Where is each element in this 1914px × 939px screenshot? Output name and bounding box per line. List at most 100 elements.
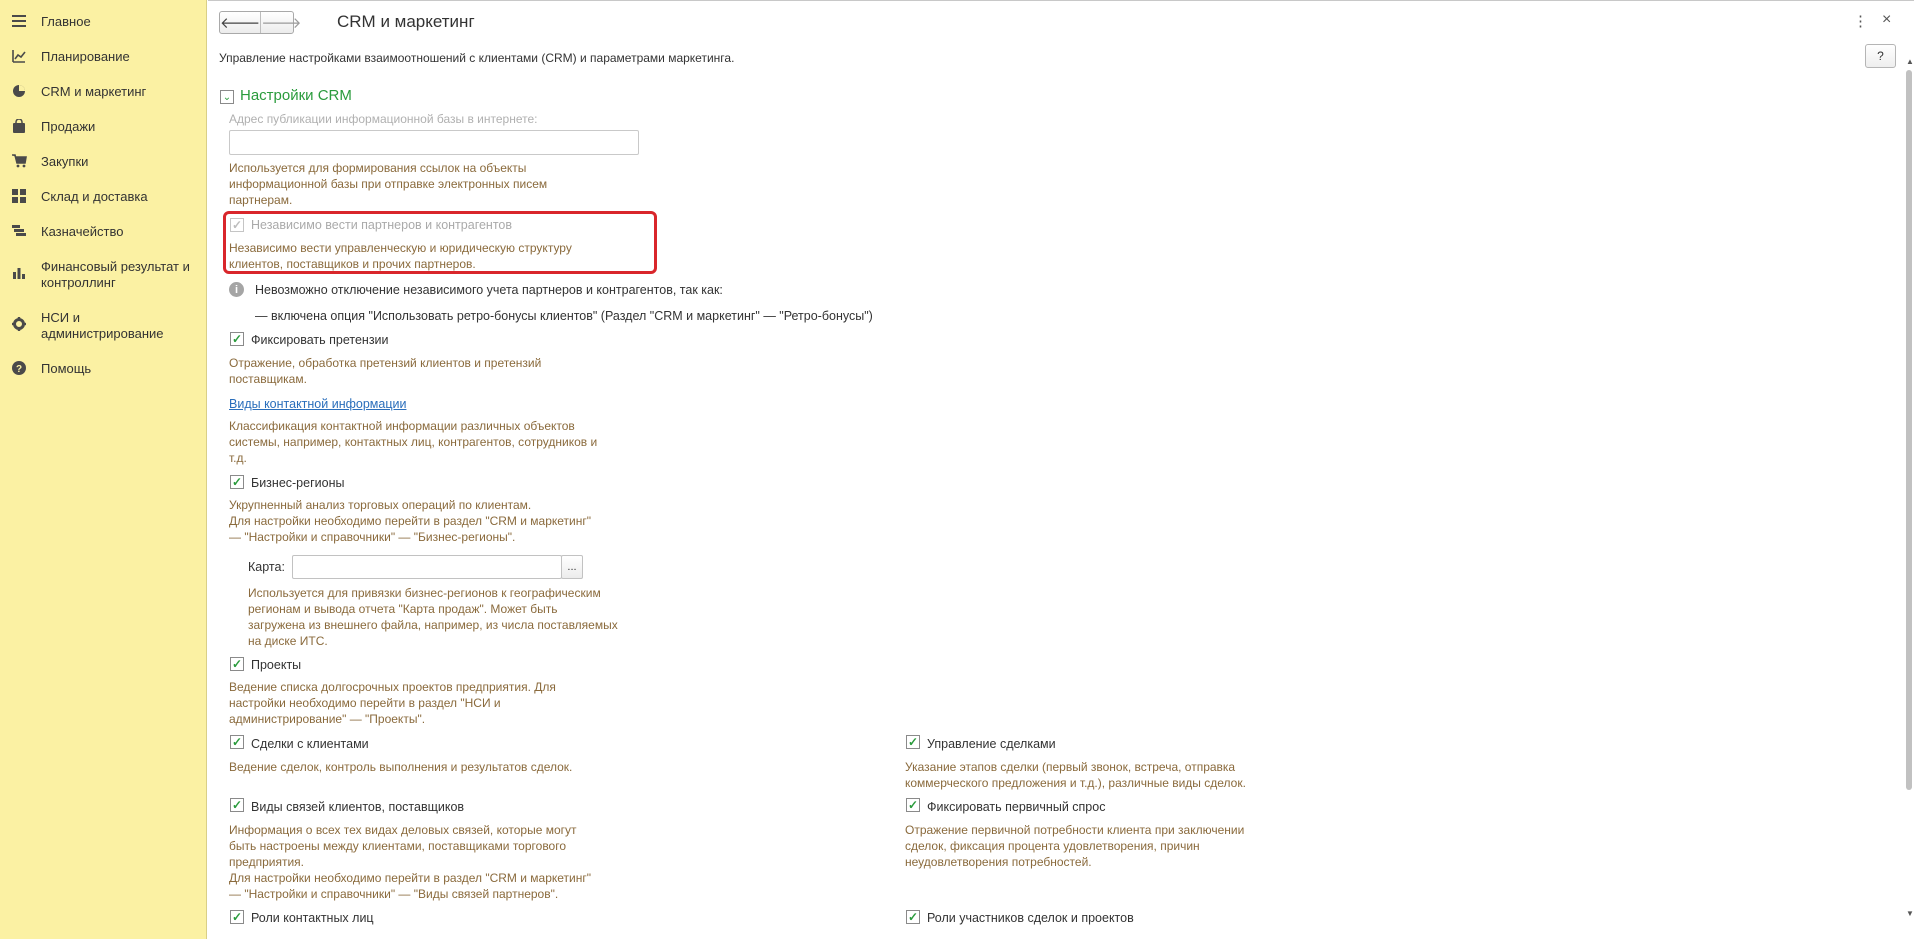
- help-button[interactable]: ?: [1865, 44, 1896, 68]
- forward-button[interactable]: 🡒: [260, 12, 301, 33]
- sidebar-item-crm[interactable]: CRM и маркетинг: [0, 83, 206, 103]
- description-line: партнерам.: [229, 193, 293, 207]
- sidebar-item-main[interactable]: Главное: [0, 13, 206, 33]
- description-line: загружена из внешнего файла, например, и…: [248, 618, 618, 632]
- map-select-button[interactable]: ...: [561, 555, 583, 579]
- sidebar-item-label: Казначейство: [41, 224, 124, 239]
- description-line: клиентов, поставщиков и прочих партнеров…: [229, 257, 476, 271]
- description-line: Ведение списка долгосрочных проектов пре…: [229, 680, 556, 694]
- sidebar-item-finance[interactable]: Финансовый результат и контроллинг: [0, 258, 206, 294]
- relations-description: Информация о всех тех видах деловых связ…: [229, 822, 591, 902]
- info-reason: — включена опция "Использовать ретро-бон…: [255, 309, 873, 323]
- publication-address-input[interactable]: [229, 130, 639, 155]
- more-actions-icon[interactable]: ⋮: [1853, 12, 1868, 30]
- pie-chart-icon: [11, 83, 27, 99]
- section-title[interactable]: Настройки CRM: [240, 87, 352, 104]
- sidebar-item-admin[interactable]: НСИ и администрирование: [0, 309, 206, 345]
- hamburger-icon: [11, 13, 27, 29]
- close-icon[interactable]: ×: [1882, 11, 1891, 29]
- deal-management-description: Указание этапов сделки (первый звонок, в…: [905, 759, 1246, 791]
- description-line: быть настроены между клиентами, поставщи…: [229, 839, 567, 853]
- description-line: администрирование" — "Проекты".: [229, 712, 426, 726]
- claims-label: Фиксировать претензии: [251, 333, 389, 347]
- scrollbar-thumb[interactable]: [1906, 70, 1912, 790]
- description-line: неудовлетворения потребностей.: [905, 855, 1092, 869]
- description-line: — "Настройки и справочники" — "Виды связ…: [229, 887, 559, 901]
- planning-icon: [11, 48, 27, 64]
- business-regions-label: Бизнес-регионы: [251, 476, 345, 490]
- deal-management-checkbox[interactable]: ✓: [906, 735, 920, 749]
- description-line: Используется для привязки бизнес-регионо…: [248, 586, 601, 600]
- claims-checkbox[interactable]: ✓: [230, 332, 244, 346]
- warehouse-icon: [11, 188, 27, 204]
- independent-partners-label: Независимо вести партнеров и контрагенто…: [251, 218, 513, 232]
- help-icon: ?: [11, 360, 27, 376]
- description-line: Укрупненный анализ торговых операций по …: [229, 498, 532, 512]
- bag-icon: [11, 118, 27, 134]
- sidebar-item-label: Продажи: [41, 119, 96, 134]
- gear-icon: [11, 316, 27, 332]
- section-collapse-toggle[interactable]: ⌄: [220, 90, 234, 104]
- navigation-buttons: 🡐 🡒: [219, 11, 301, 34]
- map-description: Используется для привязки бизнес-регионо…: [248, 585, 618, 649]
- description-line: поставщикам.: [229, 372, 307, 386]
- scroll-down-arrow-icon[interactable]: ▼: [1906, 909, 1914, 918]
- description-line: Информация о всех тех видах деловых связ…: [229, 823, 577, 837]
- sidebar-item-label: Финансовый результат и контроллинг: [41, 259, 190, 290]
- business-regions-checkbox[interactable]: ✓: [230, 475, 244, 489]
- description-line: Отражение, обработка претензий клиентов …: [229, 356, 542, 370]
- deals-checkbox[interactable]: ✓: [230, 735, 244, 749]
- independent-partners-description: Независимо вести управленческую и юридич…: [229, 240, 572, 272]
- sidebar-item-label: Планирование: [41, 49, 130, 64]
- primary-demand-checkbox[interactable]: ✓: [906, 798, 920, 812]
- description-line: настройки необходимо перейти в раздел "Н…: [229, 696, 501, 710]
- treasury-icon: [11, 223, 27, 239]
- description-line: Ведение сделок, контроль выполнения и ре…: [229, 760, 573, 774]
- page-title: CRM и маркетинг: [337, 12, 475, 31]
- sidebar-item-treasury[interactable]: Казначейство: [0, 223, 206, 243]
- relations-checkbox[interactable]: ✓: [230, 798, 244, 812]
- deals-description: Ведение сделок, контроль выполнения и ре…: [229, 759, 572, 775]
- description-line: предприятия.: [229, 855, 304, 869]
- independent-partners-checkbox[interactable]: ✓: [230, 218, 244, 232]
- description-line: Для настройки необходимо перейти в разде…: [229, 871, 591, 885]
- description-line: Отражение первичной потребности клиента …: [905, 823, 1245, 837]
- participant-roles-checkbox[interactable]: ✓: [906, 910, 920, 924]
- cart-icon: [11, 153, 27, 169]
- projects-checkbox[interactable]: ✓: [230, 657, 244, 671]
- map-label: Карта:: [248, 560, 285, 574]
- sidebar-item-help[interactable]: ? Помощь: [0, 360, 206, 380]
- deals-label: Сделки с клиентами: [251, 737, 369, 751]
- description-line: Указание этапов сделки (первый звонок, в…: [905, 760, 1236, 774]
- info-message: Невозможно отключение независимого учета…: [255, 283, 723, 297]
- sidebar-item-label: НСИ и администрирование: [41, 310, 164, 341]
- projects-description: Ведение списка долгосрочных проектов пре…: [229, 679, 556, 727]
- sidebar-item-label: Закупки: [41, 154, 89, 169]
- description-line: т.д.: [229, 451, 247, 465]
- participant-roles-label: Роли участников сделок и проектов: [927, 911, 1134, 925]
- page-subtitle: Управление настройками взаимоотношений с…: [219, 51, 735, 65]
- description-line: Используется для формирования ссылок на …: [229, 161, 527, 175]
- deal-management-label: Управление сделками: [927, 737, 1056, 751]
- contact-info-description: Классификация контактной информации разл…: [229, 418, 597, 466]
- description-line: на диске ИТС.: [248, 634, 328, 648]
- map-input[interactable]: [292, 555, 562, 579]
- scroll-up-arrow-icon[interactable]: ▲: [1906, 57, 1914, 66]
- publication-address-description: Используется для формирования ссылок на …: [229, 160, 547, 208]
- contact-info-types-link[interactable]: Виды контактной информации: [229, 397, 406, 411]
- description-line: системы, например, контактных лиц, контр…: [229, 435, 598, 449]
- sidebar-item-purchases[interactable]: Закупки: [0, 153, 206, 173]
- sidebar-item-sales[interactable]: Продажи: [0, 118, 206, 138]
- description-line: Независимо вести управленческую и юридич…: [229, 241, 572, 255]
- back-button[interactable]: 🡐: [220, 12, 260, 33]
- sidebar-item-planning[interactable]: Планирование: [0, 48, 206, 68]
- contact-roles-checkbox[interactable]: ✓: [230, 910, 244, 924]
- description-line: Классификация контактной информации разл…: [229, 419, 575, 433]
- sidebar-item-label: CRM и маркетинг: [41, 84, 147, 99]
- sidebar-item-label: Главное: [41, 14, 91, 29]
- description-line: коммерческого предложения и т.д.), разли…: [905, 776, 1246, 790]
- svg-text:?: ?: [16, 364, 22, 375]
- bar-chart-icon: [11, 264, 27, 280]
- sidebar: Главное Планирование CRM и маркетинг Про…: [0, 0, 207, 939]
- sidebar-item-warehouse[interactable]: Склад и доставка: [0, 188, 206, 208]
